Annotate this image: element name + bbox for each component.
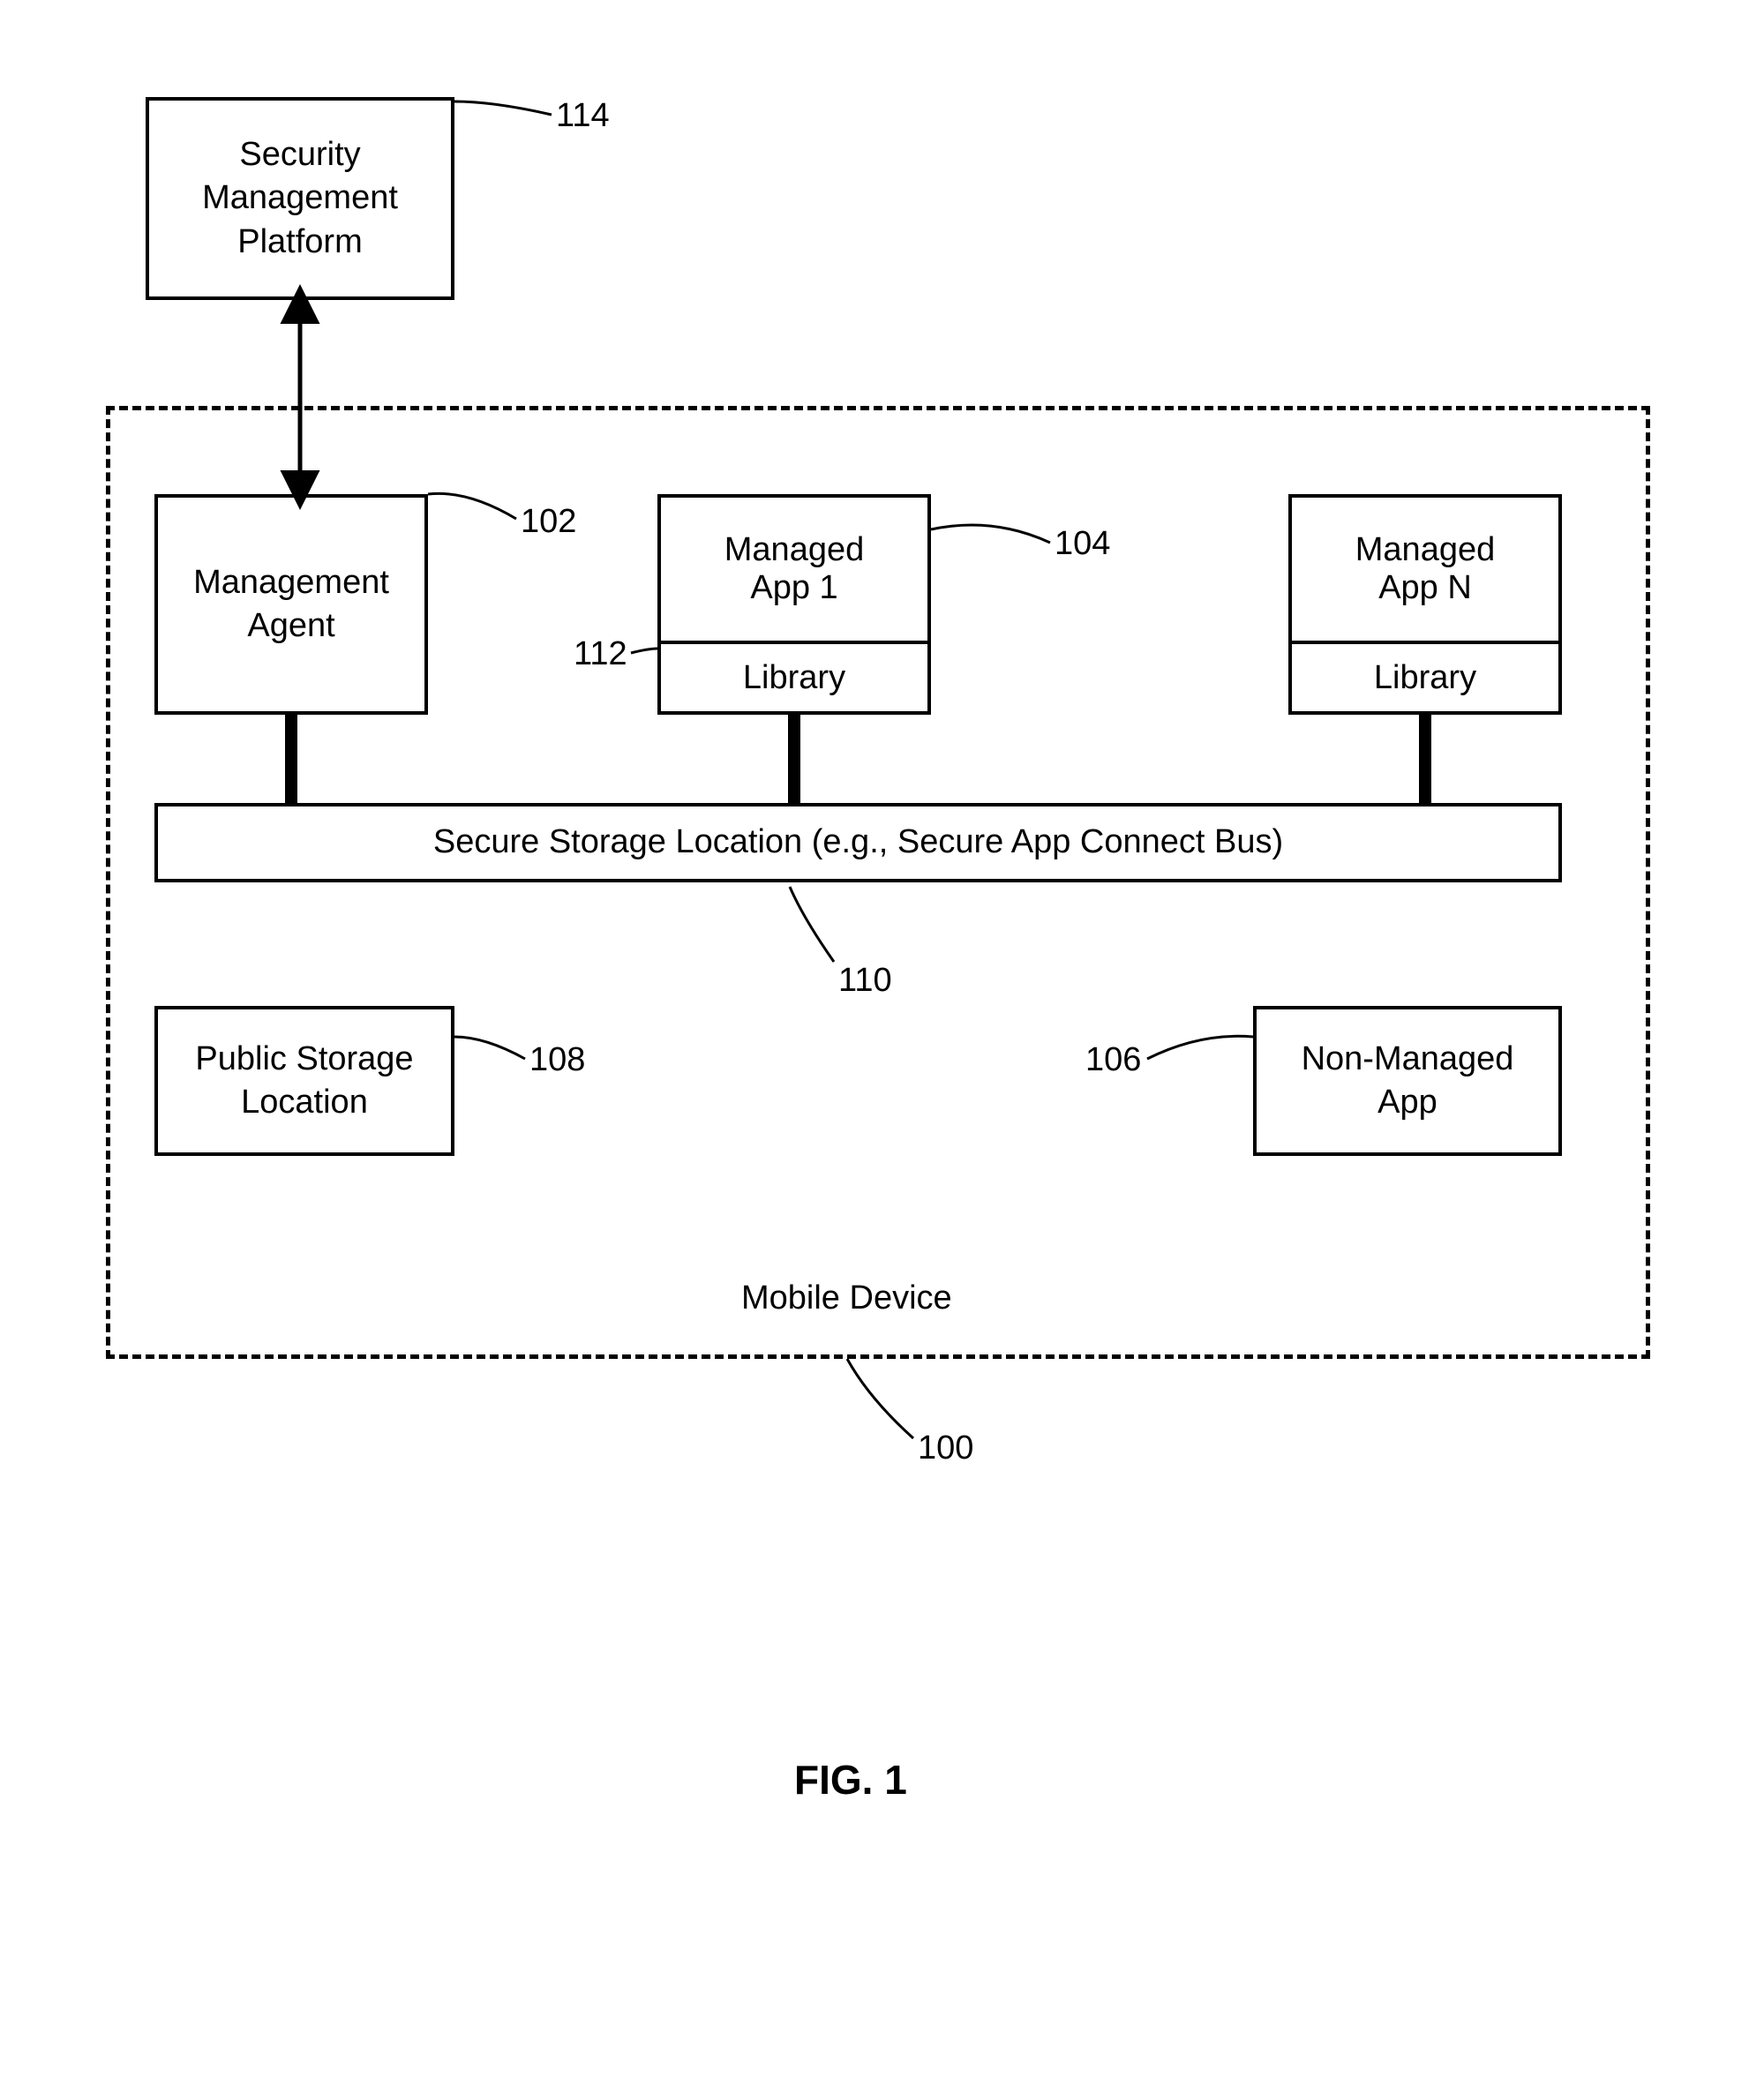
diagram-canvas: Security Management Platform Management … <box>35 35 1712 1977</box>
connectors <box>35 35 1712 1977</box>
